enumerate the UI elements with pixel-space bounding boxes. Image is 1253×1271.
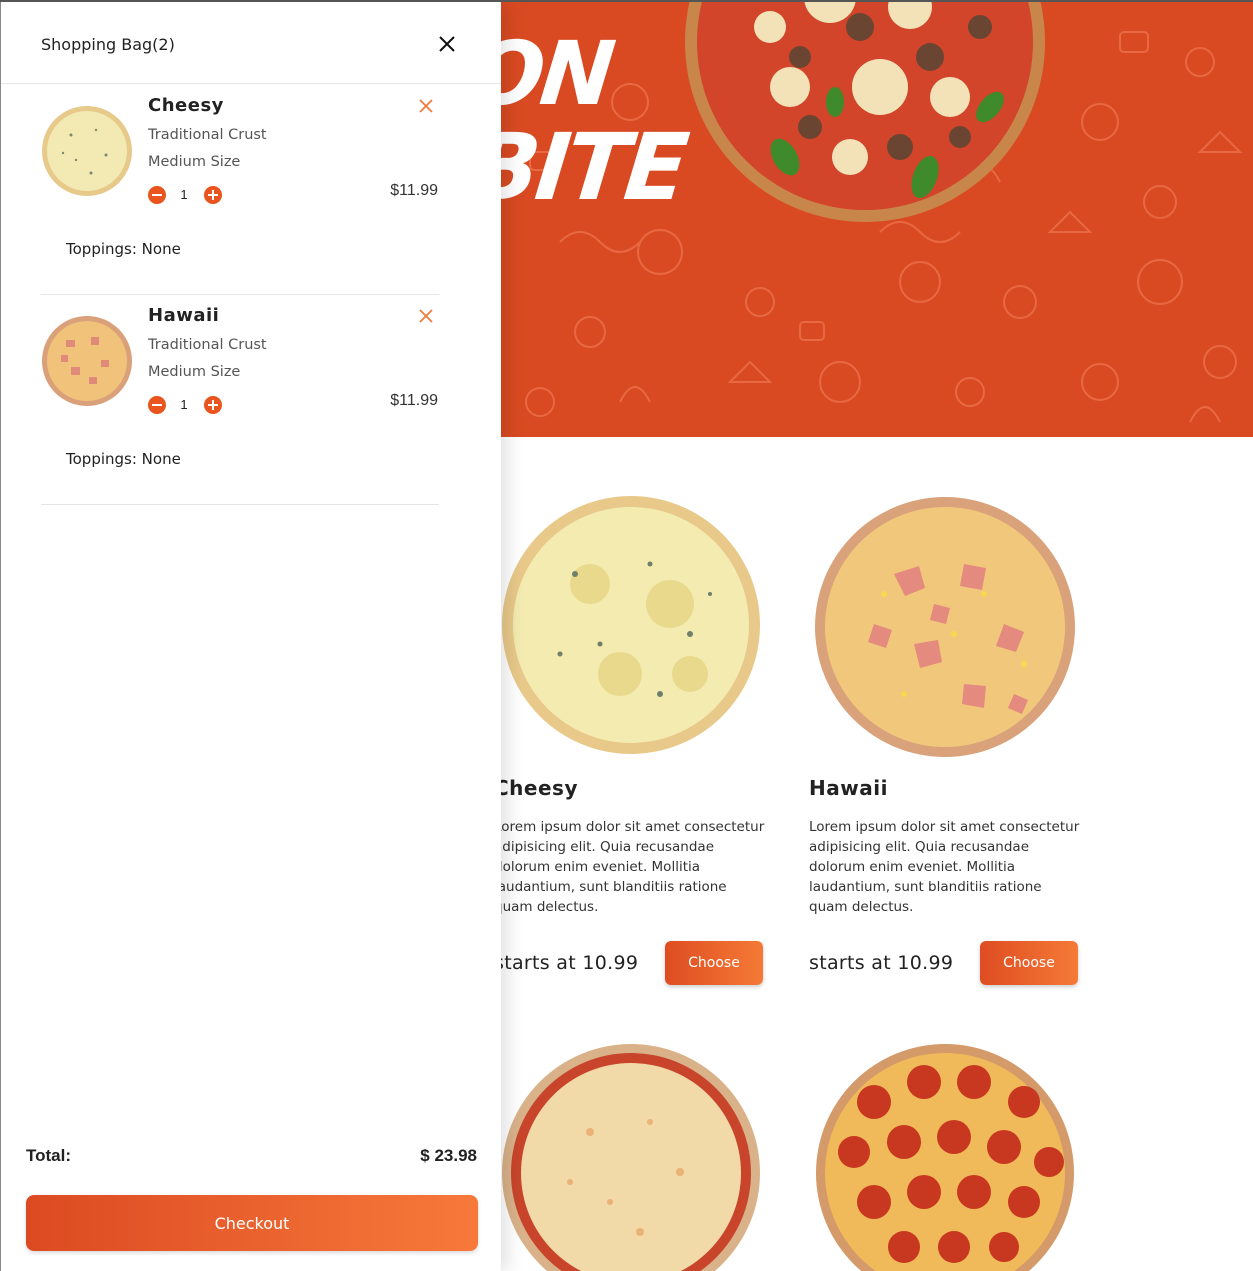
bag-item-price: $11.99 [390, 182, 438, 199]
drawer-title: Shopping Bag(2) [41, 35, 175, 54]
remove-icon [419, 99, 433, 113]
bag-item: Hawaii Traditional Crust Medium Size 1 $… [41, 295, 439, 505]
choose-button-cheesy[interactable]: Choose [665, 941, 763, 985]
bag-item-size: Medium Size [148, 154, 241, 170]
menu-card-description: Lorem ipsum dolor sit amet consectetur a… [494, 819, 765, 915]
close-icon [439, 36, 455, 52]
menu-card-image-hawaii [815, 497, 1075, 757]
checkout-button[interactable]: Checkout [26, 1195, 478, 1251]
menu-card-image-margherita [502, 1044, 760, 1271]
close-drawer-button[interactable] [433, 30, 461, 58]
bag-item-quantity: 1 [180, 397, 188, 412]
remove-icon [419, 309, 433, 323]
shopping-bag-drawer: Shopping Bag(2) Cheesy Traditional Crust… [0, 2, 501, 1271]
hero-banner: ON BITE [500, 2, 1253, 437]
bag-item-price: $11.99 [390, 392, 438, 409]
menu-card-image-pepperoni [816, 1044, 1074, 1271]
total-label: Total: [26, 1146, 72, 1165]
drawer-header: Shopping Bag(2) [1, 2, 501, 84]
total-value: $ 23.98 [420, 1146, 477, 1165]
bag-item-toppings: Toppings: None [66, 240, 181, 258]
bag-item-toppings: Toppings: None [66, 450, 181, 468]
bag-item-size: Medium Size [148, 364, 241, 380]
menu-card-image-cheesy [502, 496, 760, 754]
hero-title-line1: ON [500, 22, 616, 125]
menu-card-title: Cheesy [494, 776, 578, 800]
increase-quantity-button[interactable] [204, 186, 222, 204]
menu-card-title: Hawaii [809, 776, 888, 800]
increase-quantity-button[interactable] [204, 396, 222, 414]
menu-card-price: starts at 10.99 [809, 952, 954, 974]
menu-card-price: starts at 10.99 [494, 952, 639, 974]
remove-item-button[interactable] [417, 307, 435, 325]
bag-item-crust: Traditional Crust [148, 337, 267, 353]
page: ON BITE Cheesy Lorem ipsum dolor sit ame… [0, 0, 1253, 1271]
choose-button-hawaii[interactable]: Choose [980, 941, 1078, 985]
hero-pizza-image [685, 2, 1045, 222]
bag-item-quantity: 1 [180, 187, 188, 202]
hero-title-line2: BITE [500, 114, 690, 221]
remove-item-button[interactable] [417, 97, 435, 115]
bag-item: Cheesy Traditional Crust Medium Size 1 $… [41, 85, 439, 295]
decrease-quantity-button[interactable] [148, 186, 166, 204]
bag-item-image [42, 106, 132, 196]
bag-item-image [42, 316, 132, 406]
menu-card-description: Lorem ipsum dolor sit amet consectetur a… [809, 819, 1080, 915]
bag-item-name: Cheesy [148, 95, 224, 116]
decrease-quantity-button[interactable] [148, 396, 166, 414]
bag-item-name: Hawaii [148, 305, 220, 326]
bag-item-crust: Traditional Crust [148, 127, 267, 143]
